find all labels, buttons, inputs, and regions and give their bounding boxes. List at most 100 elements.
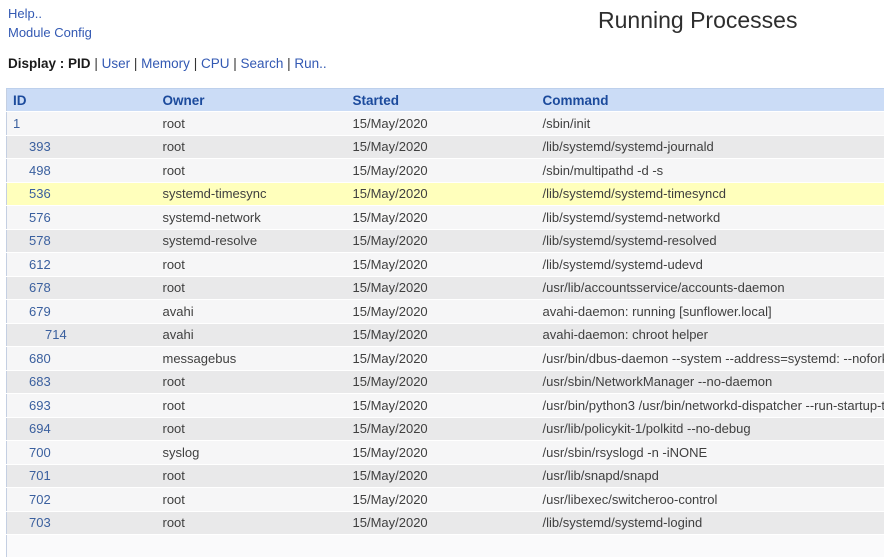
started-cell: 15/May/2020	[347, 464, 537, 488]
started-cell: 15/May/2020	[347, 182, 537, 206]
started-cell: 15/May/2020	[347, 511, 537, 535]
display-current-pid: PID	[68, 56, 91, 71]
column-header-owner: Owner	[157, 89, 347, 112]
command-cell: /lib/systemd/systemd-timesyncd	[537, 182, 884, 206]
process-id-link[interactable]: 679	[29, 304, 51, 319]
display-link-memory[interactable]: Memory	[141, 56, 190, 71]
owner-cell: syslog	[157, 441, 347, 465]
owner-cell: systemd-resolve	[157, 229, 347, 253]
owner-cell: root	[157, 511, 347, 535]
started-cell: 15/May/2020	[347, 253, 537, 277]
process-id-cell: 694	[7, 417, 157, 441]
help-link[interactable]: Help..	[8, 4, 92, 23]
process-id-link[interactable]: 700	[29, 445, 51, 460]
started-cell: 15/May/2020	[347, 229, 537, 253]
owner-cell: root	[157, 253, 347, 277]
started-cell: 15/May/2020	[347, 488, 537, 512]
column-header-command: Command	[537, 89, 884, 112]
process-id-link[interactable]: 694	[29, 421, 51, 436]
table-row: 680 messagebus 15/May/2020 /usr/bin/dbus…	[7, 347, 884, 371]
owner-cell: systemd-timesync	[157, 182, 347, 206]
process-table-header: ID Owner Started Command	[7, 89, 884, 112]
process-id-link[interactable]: 714	[45, 327, 67, 342]
separator: |	[287, 56, 291, 71]
command-cell: /lib/systemd/systemd-resolved	[537, 229, 884, 253]
display-link-cpu[interactable]: CPU	[201, 56, 230, 71]
table-row: 702 root 15/May/2020 /usr/libexec/switch…	[7, 488, 884, 512]
owner-cell: avahi	[157, 300, 347, 324]
column-header-started: Started	[347, 89, 537, 112]
command-cell: /lib/systemd/systemd-journald	[537, 135, 884, 159]
display-link-user[interactable]: User	[102, 56, 131, 71]
owner-cell: root	[157, 159, 347, 183]
separator: |	[233, 56, 237, 71]
process-id-link[interactable]: 1	[13, 116, 20, 131]
process-id-link[interactable]: 702	[29, 492, 51, 507]
table-row: 693 root 15/May/2020 /usr/bin/python3 /u…	[7, 394, 884, 418]
command-cell: /lib/systemd/systemd-logind	[537, 511, 884, 535]
process-table-container: ID Owner Started Command 1 root 15/May/2…	[6, 88, 884, 557]
owner-cell: systemd-network	[157, 206, 347, 230]
process-id-cell: 498	[7, 159, 157, 183]
process-id-link[interactable]: 703	[29, 515, 51, 530]
table-row: 393 root 15/May/2020 /lib/systemd/system…	[7, 135, 884, 159]
table-row: 694 root 15/May/2020 /usr/lib/policykit-…	[7, 417, 884, 441]
process-id-cell: 612	[7, 253, 157, 277]
process-id-link[interactable]: 393	[29, 139, 51, 154]
process-id-cell: 702	[7, 488, 157, 512]
process-id-link[interactable]: 498	[29, 163, 51, 178]
owner-cell: messagebus	[157, 347, 347, 371]
owner-cell: root	[157, 394, 347, 418]
table-row: 1 root 15/May/2020 /sbin/init	[7, 112, 884, 136]
column-header-id: ID	[7, 89, 157, 112]
process-id-link[interactable]: 678	[29, 280, 51, 295]
display-link-run[interactable]: Run..	[294, 56, 326, 71]
started-cell: 15/May/2020	[347, 300, 537, 324]
process-id-cell: 714	[7, 323, 157, 347]
page-title: Running Processes	[598, 7, 797, 34]
process-id-cell: 700	[7, 441, 157, 465]
display-link-search[interactable]: Search	[241, 56, 284, 71]
table-row: 701 root 15/May/2020 /usr/lib/snapd/snap…	[7, 464, 884, 488]
separator: |	[94, 56, 98, 71]
table-row: 576 systemd-network 15/May/2020 /lib/sys…	[7, 206, 884, 230]
module-config-link[interactable]: Module Config	[8, 23, 92, 42]
started-cell: 15/May/2020	[347, 112, 537, 136]
separator: |	[134, 56, 138, 71]
command-cell: /usr/libexec/switcheroo-control	[537, 488, 884, 512]
started-cell: 15/May/2020	[347, 347, 537, 371]
command-cell: /sbin/init	[537, 112, 884, 136]
process-id-cell: 679	[7, 300, 157, 324]
owner-cell: root	[157, 112, 347, 136]
process-id-link[interactable]: 693	[29, 398, 51, 413]
command-cell: /lib/systemd/systemd-udevd	[537, 253, 884, 277]
table-row: 578 systemd-resolve 15/May/2020 /lib/sys…	[7, 229, 884, 253]
owner-cell: avahi	[157, 323, 347, 347]
partial-row	[7, 535, 884, 557]
process-table-body: 1 root 15/May/2020 /sbin/init 393 root 1…	[7, 112, 884, 535]
table-row: 683 root 15/May/2020 /usr/sbin/NetworkMa…	[7, 370, 884, 394]
display-label: Display :	[8, 56, 64, 71]
owner-cell: root	[157, 488, 347, 512]
owner-cell: root	[157, 276, 347, 300]
process-id-link[interactable]: 576	[29, 210, 51, 225]
process-id-link[interactable]: 683	[29, 374, 51, 389]
process-id-link[interactable]: 536	[29, 186, 51, 201]
table-row: 700 syslog 15/May/2020 /usr/sbin/rsyslog…	[7, 441, 884, 465]
process-id-link[interactable]: 701	[29, 468, 51, 483]
command-cell: /usr/sbin/NetworkManager --no-daemon	[537, 370, 884, 394]
started-cell: 15/May/2020	[347, 276, 537, 300]
process-id-link[interactable]: 612	[29, 257, 51, 272]
table-row: 536 systemd-timesync 15/May/2020 /lib/sy…	[7, 182, 884, 206]
owner-cell: root	[157, 370, 347, 394]
process-id-link[interactable]: 578	[29, 233, 51, 248]
table-row: 703 root 15/May/2020 /lib/systemd/system…	[7, 511, 884, 535]
owner-cell: root	[157, 464, 347, 488]
process-id-cell: 1	[7, 112, 157, 136]
process-id-link[interactable]: 680	[29, 351, 51, 366]
started-cell: 15/May/2020	[347, 441, 537, 465]
started-cell: 15/May/2020	[347, 159, 537, 183]
table-row: 679 avahi 15/May/2020 avahi-daemon: runn…	[7, 300, 884, 324]
command-cell: /usr/sbin/rsyslogd -n -iNONE	[537, 441, 884, 465]
display-bar: Display : PID | User | Memory | CPU | Se…	[8, 56, 327, 71]
